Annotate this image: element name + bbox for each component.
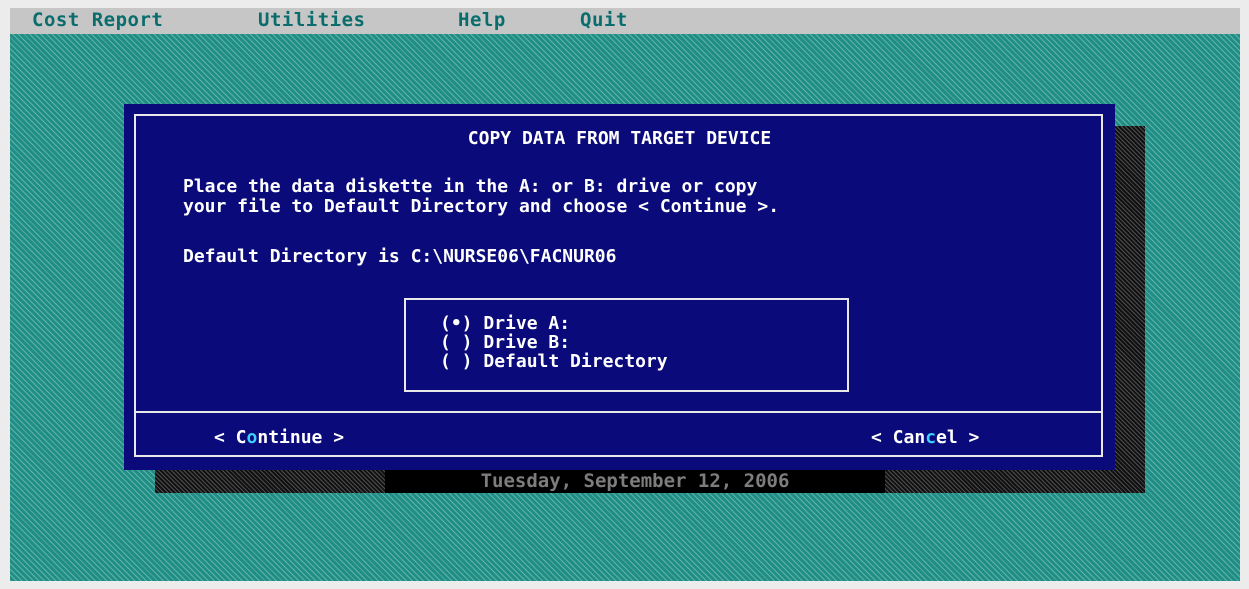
- continue-button[interactable]: < Continue >: [214, 427, 344, 448]
- option-drive-a[interactable]: (•) Drive A:: [440, 314, 570, 334]
- radio-marker: (•): [440, 313, 473, 334]
- cancel-button[interactable]: < Cancel >: [871, 427, 979, 448]
- menu-utilities[interactable]: Utilities: [258, 9, 365, 31]
- option-default-directory[interactable]: ( ) Default Directory: [440, 352, 668, 372]
- menu-quit[interactable]: Quit: [580, 9, 628, 31]
- default-directory-line: Default Directory is C:\NURSE06\FACNUR06: [183, 246, 617, 267]
- option-drive-b[interactable]: ( ) Drive B:: [440, 333, 570, 353]
- status-date: Tuesday, September 12, 2006: [480, 470, 790, 492]
- instruction-line-2: your file to Default Directory and choos…: [183, 196, 780, 217]
- continue-label-post: ntinue >: [257, 427, 345, 448]
- option-label: Drive A:: [483, 313, 571, 334]
- radio-marker: ( ): [440, 332, 473, 353]
- copy-data-dialog: COPY DATA FROM TARGET DEVICE Place the d…: [124, 104, 1115, 470]
- dialog-title: COPY DATA FROM TARGET DEVICE: [467, 128, 772, 149]
- cancel-hotkey: c: [925, 427, 937, 448]
- drive-option-group: (•) Drive A: ( ) Drive B: ( ) Default Di…: [404, 298, 849, 392]
- radio-marker: ( ): [440, 351, 473, 372]
- cancel-label-post: el >: [936, 427, 980, 448]
- option-label: Default Directory: [483, 351, 668, 372]
- date-strip: Tuesday, September 12, 2006: [385, 470, 885, 493]
- instruction-line-1: Place the data diskette in the A: or B: …: [183, 176, 758, 197]
- cancel-label-pre: < Can: [871, 427, 926, 448]
- continue-label-pre: < C: [214, 427, 247, 448]
- button-separator: [136, 411, 1101, 413]
- menu-bar: Cost Report Utilities Help Quit: [10, 8, 1240, 34]
- dos-screen: Cost Report Utilities Help Quit Tuesday,…: [0, 0, 1249, 589]
- dialog-frame: [134, 114, 1103, 457]
- menu-help[interactable]: Help: [458, 9, 506, 31]
- option-label: Drive B:: [483, 332, 571, 353]
- menu-cost-report[interactable]: Cost Report: [32, 9, 163, 31]
- continue-hotkey: o: [246, 427, 258, 448]
